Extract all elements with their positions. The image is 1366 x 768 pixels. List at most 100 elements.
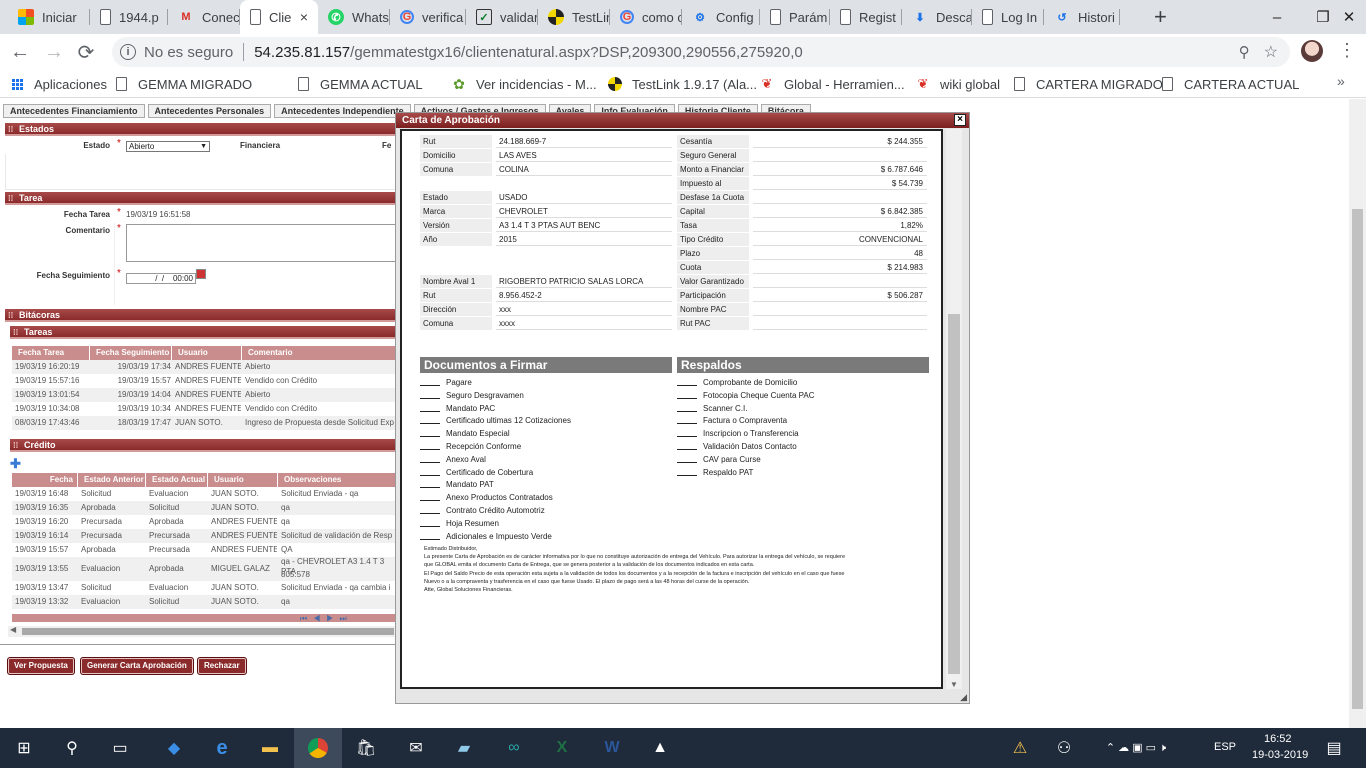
browser-tab[interactable]: Parám [760,0,830,34]
browser-tab[interactable]: Gverifica [390,0,466,34]
browser-tab[interactable]: ↺ Histori [1044,0,1120,34]
estado-select[interactable]: Abierto ▼ [126,141,210,152]
mail-icon[interactable]: ✉ [392,728,440,768]
bookmark-star-icon[interactable]: ☆ [1264,42,1278,62]
table-row[interactable]: 19/03/19 13:32 Evaluacion Solicitud JUAN SO… [12,595,397,609]
clock-date[interactable]: 19-03-2019 [1252,749,1308,761]
chrome-icon[interactable] [294,728,342,768]
reload-icon[interactable]: ⟳ [72,38,100,66]
table-row[interactable]: 19/03/19 13:47 Solicitud Evaluacion JUAN SO… [12,581,397,595]
browser-tab[interactable]: Log In [972,0,1044,34]
scroll-down-icon[interactable]: ▼ [950,680,958,689]
calendar-icon[interactable] [196,269,206,279]
bookmark-item[interactable]: TestLink 1.9.17 (Ala... [608,75,757,93]
system-tray-icons[interactable]: ⌃ ☁ ▣ ▭ 🕨 [1076,728,1196,768]
comentario-textarea[interactable] [126,224,397,262]
scroll-thumb[interactable] [948,314,960,674]
browser-tab[interactable]: ✓ validar [466,0,538,34]
bookmark-item[interactable]: CARTERA MIGRADO [1012,75,1163,93]
arduino-icon[interactable]: ∞ [490,728,538,768]
bookmarks-bar: Aplicaciones GEMMA MIGRADO GEMMA ACTUAL ✿ Ve… [0,70,1366,98]
task-view-icon[interactable]: ▭ [96,728,144,768]
bookmark-item[interactable]: GEMMA ACTUAL [296,75,423,93]
table-row[interactable]: 19/03/19 16:20 Precursada Aprobada ANDRES F… [12,515,397,529]
table-row[interactable]: 19/03/19 15:57 Aprobada Precursada ANDRES F… [12,543,397,557]
close-window-icon[interactable]: ✕ [1326,0,1366,34]
table-row[interactable]: 19/03/19 16:35 Aprobada Solicitud JUAN SOTO… [12,501,397,515]
action-center-icon[interactable]: ▤ [1310,728,1358,768]
dialog-scrollbar[interactable]: ▼ [946,129,962,689]
browser-tab[interactable]: TestLin [538,0,610,34]
browser-tab[interactable]: ✆ Whats [318,0,390,34]
browser-tab[interactable]: ⚙ Config [682,0,760,34]
dropbox-icon[interactable]: ◆ [150,728,198,768]
store-icon[interactable]: 🛍 [342,728,390,768]
field-row: Desfase 1a Cuota [677,191,929,205]
table-row[interactable]: 19/03/19 13:01:54 19/03/19 14:04 ANDRES FU… [12,388,397,402]
rechazar-button[interactable]: Rechazar [197,657,247,675]
close-icon[interactable]: × [954,114,966,126]
page-scrollbar[interactable] [1349,99,1366,728]
close-icon[interactable]: × [300,9,308,25]
browser-tab[interactable]: Regist [830,0,902,34]
browser-tab[interactable]: ⬇ Descar [902,0,972,34]
language-indicator[interactable]: ESP [1214,741,1236,753]
bookmark-item[interactable]: ✿ Ver incidencias - M... [452,75,597,93]
zoom-icon[interactable]: ⚲ [1239,43,1250,61]
browser-tab[interactable]: Gcomo c [610,0,682,34]
table-row[interactable]: 19/03/19 16:20:19 19/03/19 17:34 ANDRES FU… [12,360,397,374]
field-value [753,275,927,288]
table-cell: 19/03/19 16:20 [15,517,69,526]
fecha-seguimiento-input[interactable]: / / 00:00 [126,273,196,284]
info-icon[interactable]: i [120,44,136,60]
notes-icon[interactable]: ▰ [440,728,488,768]
table-row[interactable]: 19/03/19 16:48 Solicitud Evaluacion JUAN SO… [12,487,397,501]
windows-start-icon[interactable]: ⊞ [0,728,48,768]
horizontal-scrollbar[interactable]: ◀ [8,625,397,637]
edge-icon[interactable]: e [198,728,246,768]
bookmark-item[interactable]: ❦ wiki global [916,75,1000,93]
generar-carta-button[interactable]: Generar Carta Aprobación [80,657,194,675]
bookmark-item[interactable]: ❦ Global - Herramien... [760,75,905,93]
resize-grip-icon[interactable]: ◢ [960,692,967,703]
address-bar[interactable]: i No es seguro 54.235.81.157 /gemmatestg… [112,37,1290,67]
tab-2[interactable]: Antecedentes Independiente [274,104,411,118]
scroll-thumb[interactable] [1352,209,1363,709]
avatar[interactable] [1301,40,1323,62]
field-label: Impuesto al Pagare [677,177,749,202]
table-row[interactable]: 08/03/19 17:43:46 18/03/19 17:47 JUAN SOTO… [12,416,397,430]
new-tab-button[interactable]: + [1154,4,1167,30]
add-plus-icon[interactable]: ✚ [10,456,21,472]
tab-label: Iniciar [42,9,77,25]
scroll-thumb[interactable] [22,628,394,635]
browser-tab[interactable]: Iniciar [8,0,90,34]
word-icon[interactable]: W [588,728,636,768]
table-cell: 08/03/19 17:43:46 [15,418,80,427]
table-row[interactable]: 19/03/19 13:55 Evaluacion Aprobada MIGUEL G… [12,557,397,581]
excel-icon[interactable]: X [538,728,586,768]
tab-1[interactable]: Antecedentes Personales [147,104,272,118]
table-row[interactable]: 19/03/19 15:57:16 19/03/19 15:57 ANDRES FU… [12,374,397,388]
scroll-left-icon[interactable]: ◀ [10,625,16,634]
bookmark-item[interactable]: GEMMA MIGRADO [114,75,252,93]
browser-tab[interactable]: M Conect [168,0,240,34]
file-explorer-icon[interactable]: ▬ [246,728,294,768]
tab-0[interactable]: Antecedentes Financiamiento [3,104,145,118]
forward-arrow-icon[interactable]: → [40,38,68,66]
more-bookmarks-icon[interactable]: » [1337,73,1345,89]
pager-arrows-icon[interactable]: ⏮◀▶⏭ [300,614,353,624]
clock-time[interactable]: 16:52 [1264,733,1292,745]
ver-propuesta-button[interactable]: Ver Propuesta [7,657,75,675]
menu-kebab-icon[interactable]: ⋮ [1338,40,1356,61]
minimize-icon[interactable]: – [1254,0,1300,34]
photos-icon[interactable]: ▲ [636,728,684,768]
notification-warning-icon[interactable]: ⚠ [996,728,1044,768]
back-arrow-icon[interactable]: ← [6,38,34,66]
table-row[interactable]: 19/03/19 16:14 Precursada Precursada ANDRES… [12,529,397,543]
table-row[interactable]: 19/03/19 10:34:08 19/03/19 10:34 ANDRES FU… [12,402,397,416]
search-icon[interactable]: ⚲ [48,728,96,768]
browser-tab[interactable]: Clie × [240,0,318,34]
bookmark-item[interactable]: CARTERA ACTUAL [1160,75,1299,93]
bookmark-item[interactable]: Aplicaciones [10,75,107,93]
browser-tab[interactable]: 1944.p [90,0,168,34]
